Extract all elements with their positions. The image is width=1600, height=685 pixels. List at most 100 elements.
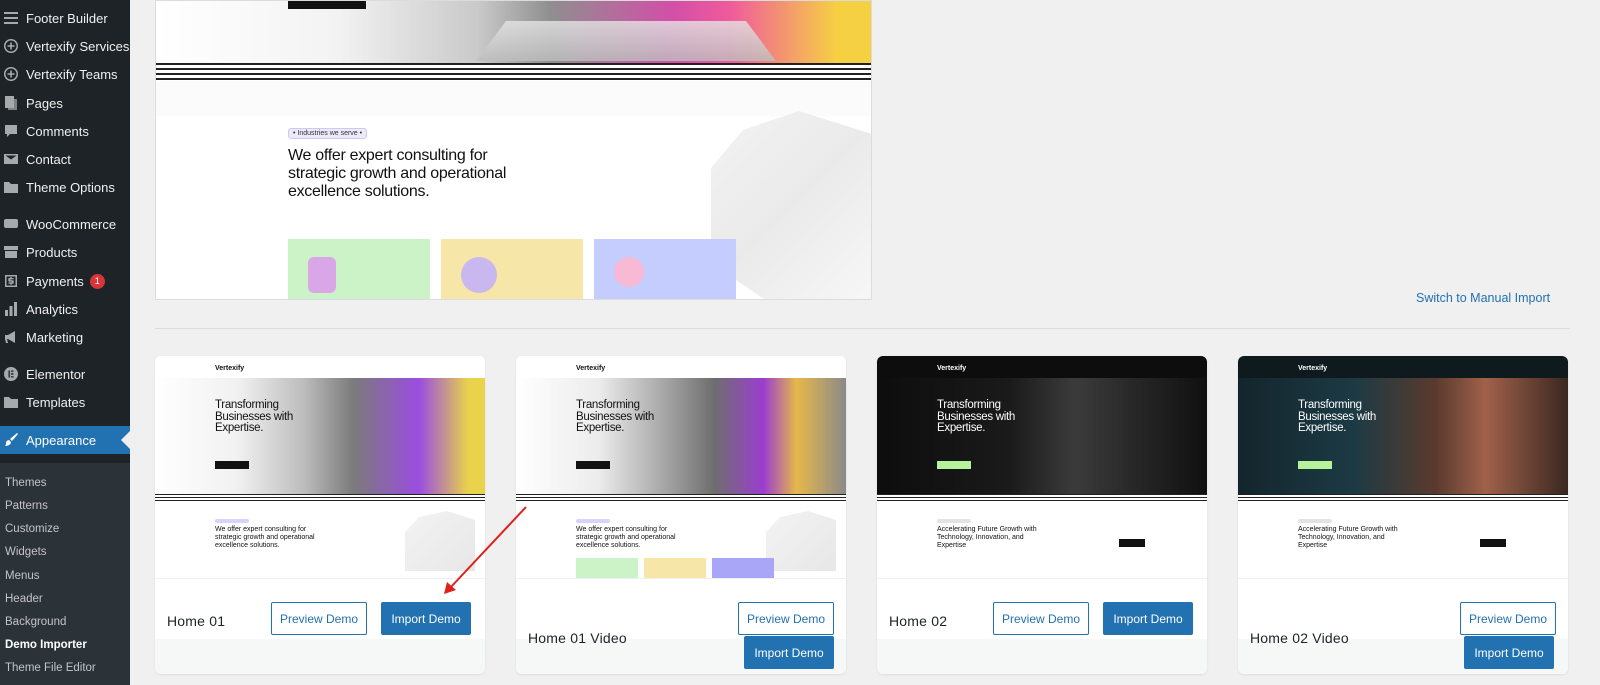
demo-thumbnail[interactable]: Vertexify Transforming Businesses with E… xyxy=(1238,356,1568,578)
switch-to-manual-import-link[interactable]: Switch to Manual Import xyxy=(1416,291,1550,305)
dollar-icon xyxy=(2,272,20,290)
plus-circle-icon xyxy=(2,37,20,55)
import-demo-button[interactable]: Import Demo xyxy=(744,636,834,669)
thumbnail-industry-card xyxy=(576,558,638,578)
sidebar-item-label: Payments xyxy=(26,273,84,289)
demo-name: Home 01 Video xyxy=(528,630,627,646)
thumbnail-logo: Vertexify xyxy=(215,365,245,372)
target-illustration-icon xyxy=(461,257,497,293)
demo-card-home-01: Vertexify Transforming Businesses with E… xyxy=(155,356,485,674)
sidebar-item-appearance[interactable]: Appearance xyxy=(0,426,130,454)
sidebar-item-label: Comments xyxy=(26,123,89,139)
thumbnail-stripe-divider xyxy=(155,494,485,503)
thumbnail-section-tag xyxy=(1298,519,1332,523)
section-divider xyxy=(155,328,1570,329)
footer-bar xyxy=(877,639,1207,674)
import-demo-button[interactable]: Import Demo xyxy=(1464,636,1554,669)
demo-thumbnail[interactable]: Vertexify Transforming Businesses with E… xyxy=(877,356,1207,578)
sidebar-item-footer-builder[interactable]: Footer Builder xyxy=(0,4,130,32)
preview-demo-button[interactable]: Preview Demo xyxy=(993,602,1089,635)
preview-demo-button[interactable]: Preview Demo xyxy=(1460,602,1556,635)
thumbnail-section-heading: We offer expert consulting for strategic… xyxy=(215,526,315,549)
preview-industry-card xyxy=(441,239,583,299)
demo-card-footer: Home 02 Preview Demo Import Demo xyxy=(877,578,1207,674)
demo-name: Home 02 xyxy=(889,613,948,629)
thumbnail-section-heading: Accelerating Future Growth with Technolo… xyxy=(937,526,1037,549)
thumbnail-section-tag xyxy=(215,519,249,523)
thumbnail-hero-title: Transforming Businesses with Expertise. xyxy=(215,399,293,434)
mail-icon xyxy=(2,150,20,168)
sidebar-item-label: Footer Builder xyxy=(26,10,108,26)
sidebar-item-label: Templates xyxy=(26,394,86,410)
submenu-item-patterns[interactable]: Patterns xyxy=(5,500,48,512)
thumbnail-logo: Vertexify xyxy=(576,365,606,372)
submenu-item-theme-file-editor[interactable]: Theme File Editor xyxy=(5,662,96,674)
thumbnail-section-tag xyxy=(576,519,610,523)
sidebar-item-label: Pages xyxy=(26,95,63,111)
demo-thumbnail[interactable]: Vertexify Transforming Businesses with E… xyxy=(516,356,846,578)
sidebar-item-products[interactable]: Products xyxy=(0,238,130,266)
sidebar-item-pages[interactable]: Pages xyxy=(0,89,130,117)
sidebar-item-elementor[interactable]: Elementor xyxy=(0,360,130,388)
sidebar-item-woocommerce[interactable]: WooCommerce xyxy=(0,210,130,238)
thumbnail-section-button xyxy=(1480,539,1506,547)
thumbnail-navbar xyxy=(1238,356,1568,378)
sidebar-item-analytics[interactable]: Analytics xyxy=(0,295,130,323)
thumbnail-hero-button xyxy=(937,461,971,469)
sidebar-item-payments[interactable]: Payments 1 xyxy=(0,267,130,295)
demo-thumbnail[interactable]: Vertexify Transforming Businesses with E… xyxy=(155,356,485,578)
bag-illustration-icon xyxy=(308,257,336,293)
preview-demo-button[interactable]: Preview Demo xyxy=(271,602,367,635)
appearance-submenu: Themes Patterns Customize Widgets Menus … xyxy=(0,463,130,685)
list-icon xyxy=(2,9,20,27)
submenu-item-themes[interactable]: Themes xyxy=(5,477,47,489)
comment-icon xyxy=(2,122,20,140)
plus-circle-icon xyxy=(2,65,20,83)
sidebar-item-label: Products xyxy=(26,244,78,260)
sidebar-item-vertexify-teams[interactable]: Vertexify Teams xyxy=(0,60,130,88)
thumbnail-stripe-divider xyxy=(877,494,1207,503)
submenu-item-demo-importer[interactable]: Demo Importer xyxy=(5,639,87,651)
thumbnail-logo: Vertexify xyxy=(1298,365,1328,372)
submenu-item-background[interactable]: Background xyxy=(5,616,66,628)
submenu-item-widgets[interactable]: Widgets xyxy=(5,546,47,558)
sidebar-item-templates[interactable]: Templates xyxy=(0,388,130,416)
submenu-item-menus[interactable]: Menus xyxy=(5,570,40,582)
thumbnail-hero-image xyxy=(516,378,846,503)
demo-name: Home 02 Video xyxy=(1250,630,1349,646)
demo-card-footer: Home 02 Video Preview Demo Import Demo xyxy=(1238,578,1568,674)
demo-card-home-01-video: Vertexify Transforming Businesses with E… xyxy=(516,356,846,674)
thumbnail-navbar xyxy=(516,356,846,378)
demo-name: Home 01 xyxy=(167,613,226,629)
demo-importer-main: • Industries we serve • We offer expert … xyxy=(130,0,1600,685)
sidebar-item-contact[interactable]: Contact xyxy=(0,145,130,173)
preview-section-heading: We offer expert consulting for strategic… xyxy=(288,147,507,200)
demo-card-home-02: Vertexify Transforming Businesses with E… xyxy=(877,356,1207,674)
submenu-item-header[interactable]: Header xyxy=(5,593,43,605)
import-demo-button[interactable]: Import Demo xyxy=(381,602,471,635)
preview-industry-card xyxy=(594,239,736,299)
thumbnail-stripe-divider xyxy=(1238,494,1568,503)
thumbnail-industry-card xyxy=(644,558,706,578)
preview-stripe-divider xyxy=(156,63,871,81)
thumbnail-navbar xyxy=(155,356,485,378)
demo-card-home-02-video: Vertexify Transforming Businesses with E… xyxy=(1238,356,1568,674)
import-demo-button[interactable]: Import Demo xyxy=(1103,602,1193,635)
sidebar-item-vertexify-services[interactable]: Vertexify Services xyxy=(0,32,130,60)
preview-demo-button[interactable]: Preview Demo xyxy=(738,602,834,635)
sidebar-item-label: Vertexify Services xyxy=(26,38,130,54)
sidebar-item-label: Theme Options xyxy=(26,179,115,195)
demo-card-footer: Home 01 Preview Demo Import Demo xyxy=(155,578,485,674)
preview-hero-button xyxy=(288,1,366,9)
submenu-item-customize[interactable]: Customize xyxy=(5,523,59,535)
sidebar-item-comments[interactable]: Comments xyxy=(0,117,130,145)
thumbnail-stripe-divider xyxy=(516,494,846,503)
sidebar-item-theme-options[interactable]: Theme Options xyxy=(0,173,130,201)
thumbnail-section-button xyxy=(1119,539,1145,547)
bar-chart-icon xyxy=(2,300,20,318)
sidebar-item-label: Vertexify Teams xyxy=(26,66,118,82)
thumbnail-hero-title: Transforming Businesses with Expertise. xyxy=(576,399,654,434)
sidebar-item-marketing[interactable]: Marketing xyxy=(0,323,130,351)
selected-demo-preview: • Industries we serve • We offer expert … xyxy=(155,0,872,300)
elementor-icon xyxy=(2,365,20,383)
